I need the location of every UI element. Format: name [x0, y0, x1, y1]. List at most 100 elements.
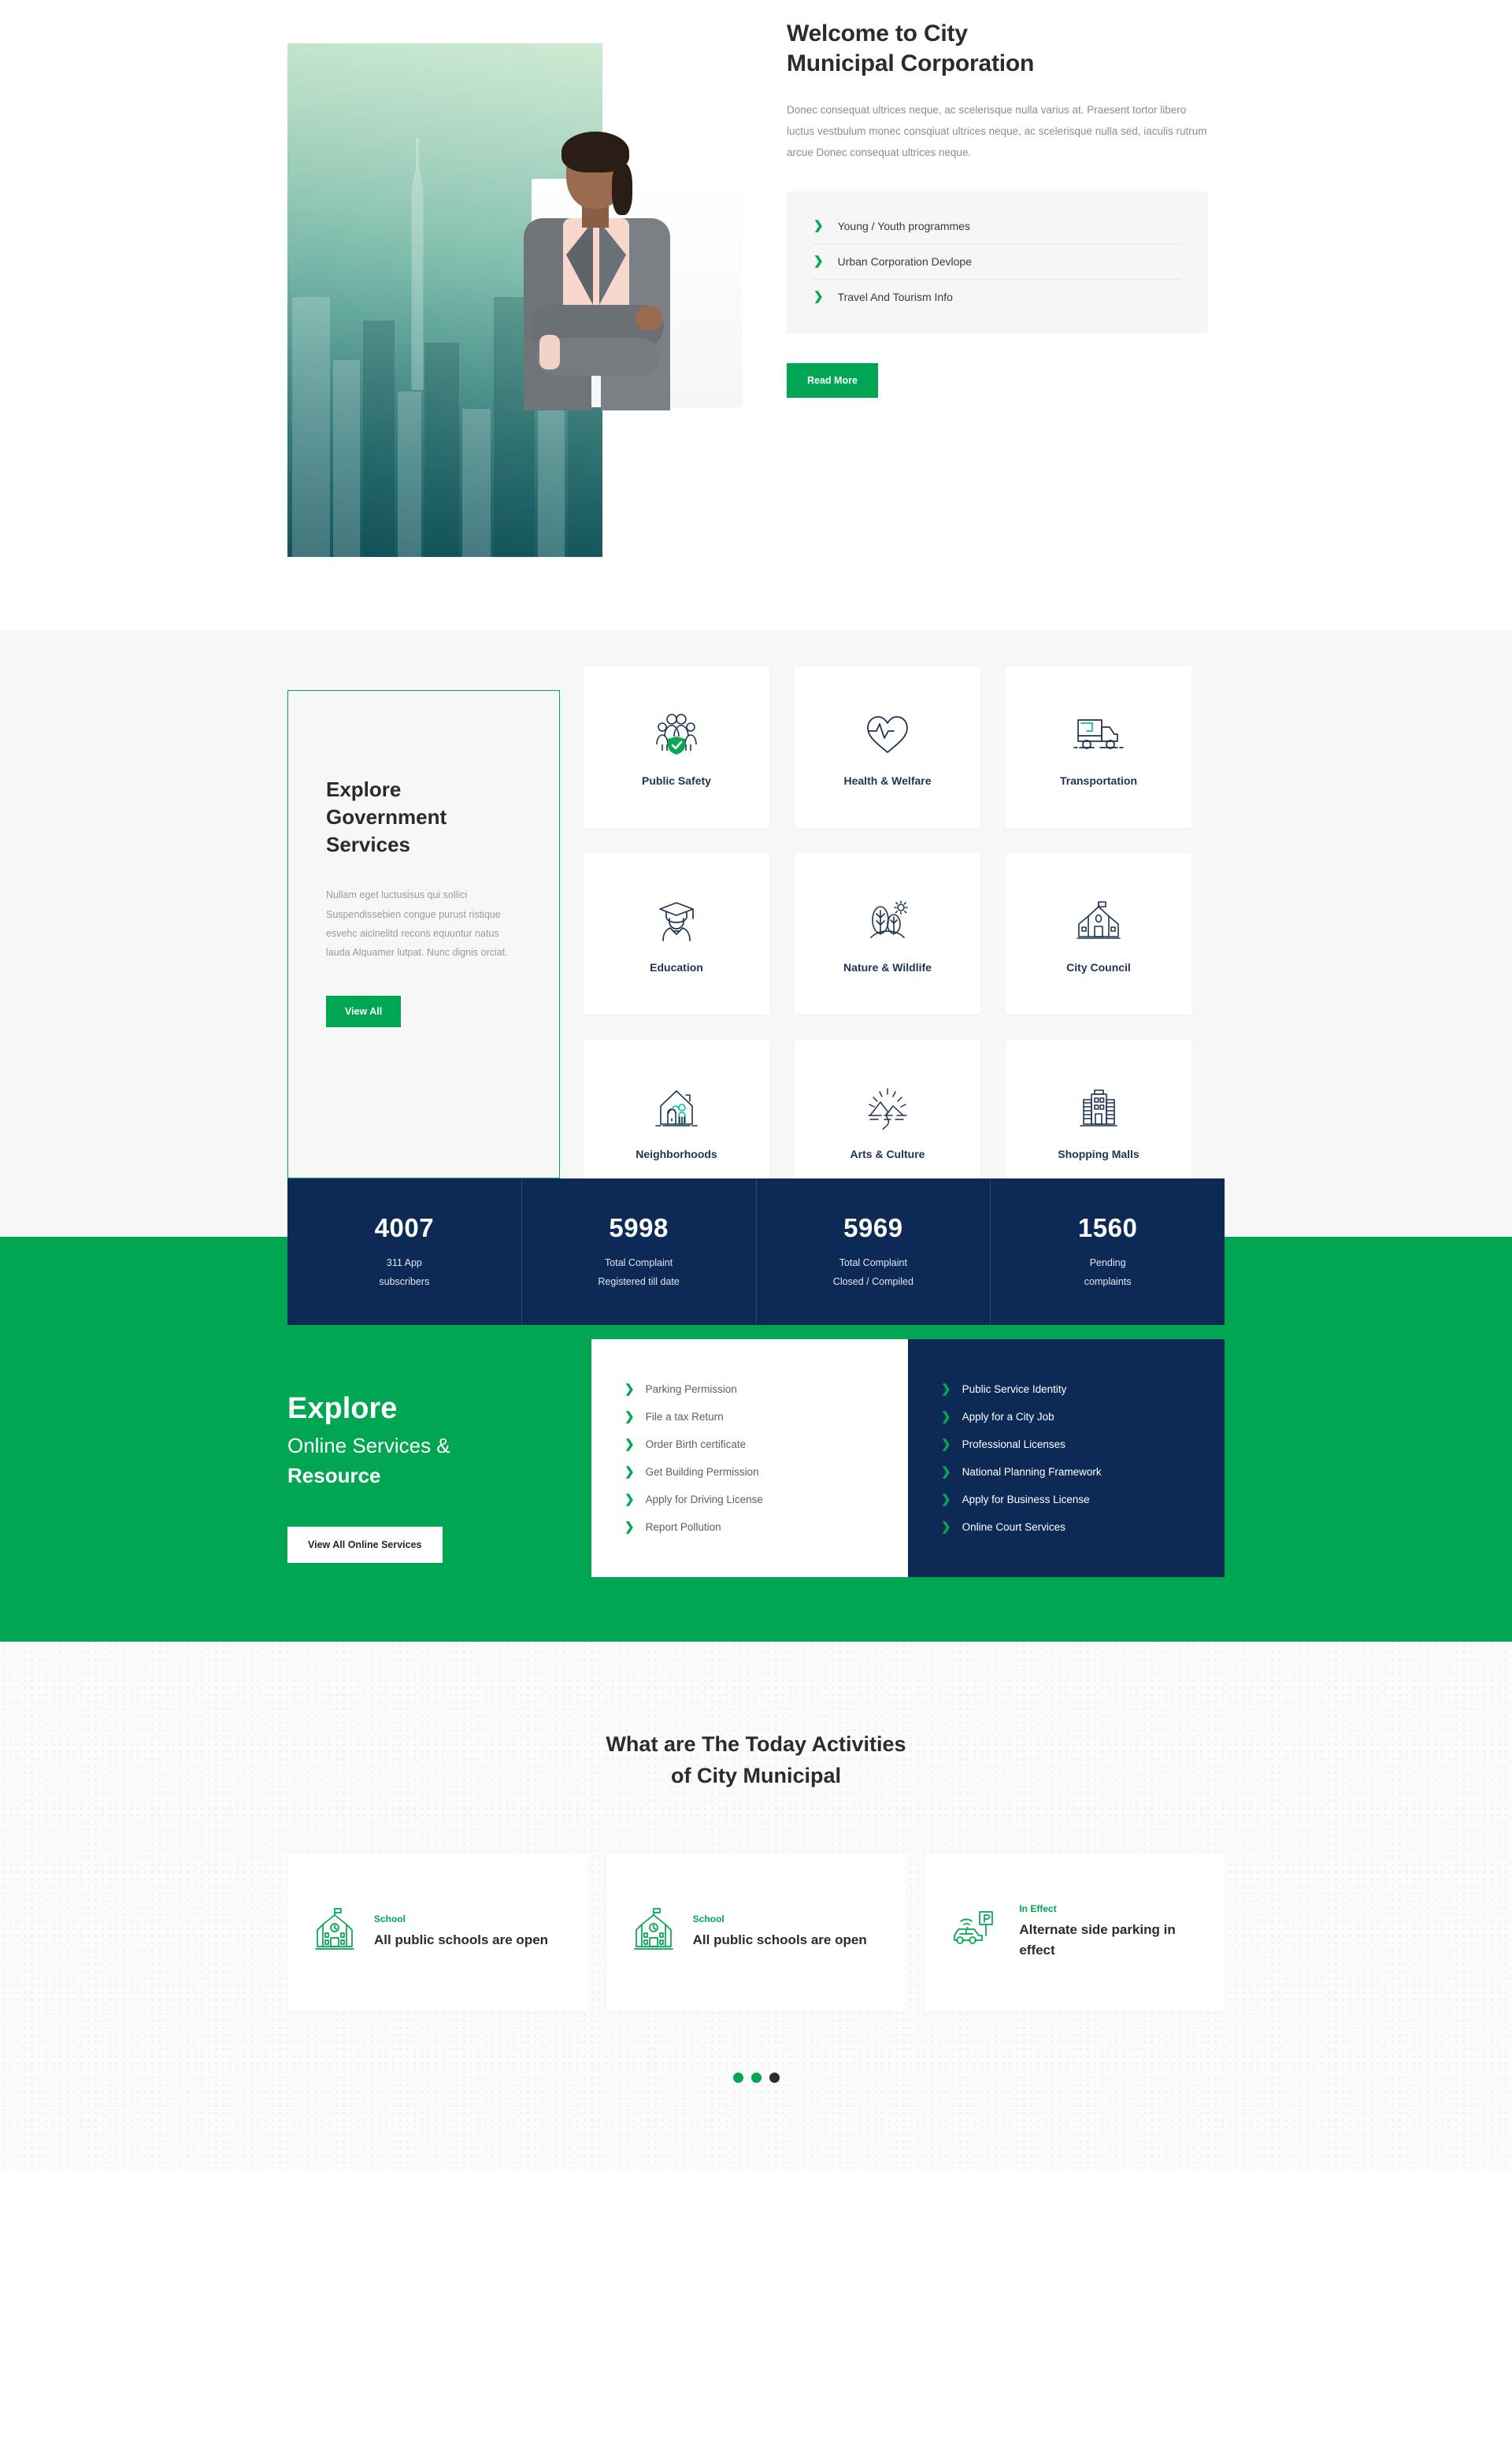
skyline-bar: [363, 321, 395, 557]
carousel-dots: [0, 2072, 1512, 2083]
online-service-item[interactable]: ❯ Order Birth certificate: [591, 1431, 908, 1458]
online-service-item[interactable]: ❯ Parking Permission: [591, 1375, 908, 1403]
stats-bar: 4007 311 App subscribers 5998 Total Compl…: [287, 1178, 1225, 1325]
activity-title: All public schools are open: [374, 1932, 549, 1948]
explore-services-panel: Explore Government Services Nullam eget …: [287, 690, 560, 1178]
chevron-right-icon: ❯: [941, 1492, 951, 1506]
online-service-item[interactable]: ❯ Apply for Driving License: [591, 1486, 908, 1513]
activity-title: Alternate side parking in effect: [1019, 1921, 1176, 1958]
chevron-right-icon: ❯: [813, 290, 824, 304]
online-service-item[interactable]: ❯ National Planning Framework: [908, 1458, 1225, 1486]
chevron-right-icon: ❯: [813, 219, 824, 233]
online-service-label: Get Building Permission: [645, 1465, 759, 1478]
chevron-right-icon: ❯: [941, 1437, 951, 1451]
view-all-services-button[interactable]: View All: [326, 995, 402, 1027]
stat-number: 1560: [1077, 1213, 1138, 1242]
stat-311-app-subscribers[interactable]: 4007 311 App subscribers: [287, 1178, 522, 1325]
hero-paragraph: Donec consequat ultrices neque, ac scele…: [787, 103, 1207, 158]
stat-pending-complaints[interactable]: 1560 Pending complaints: [991, 1178, 1225, 1325]
online-services-right-panel: ❯ Public Service Identity ❯ Apply for a Ci…: [908, 1338, 1225, 1577]
stat-total-complaint-closed[interactable]: 5969 Total Complaint Closed / Compiled: [757, 1178, 991, 1325]
stat-label: Pending complaints: [1084, 1257, 1132, 1287]
activity-text: School All public schools are open: [374, 1913, 548, 1950]
activity-card[interactable]: School All public schools are open: [287, 1853, 587, 2011]
stats-and-online-services: 4007 311 App subscribers 5998 Total Compl…: [0, 1178, 1512, 1642]
service-label: Arts & Culture: [850, 1147, 925, 1160]
service-label: Nature & Wildlife: [843, 960, 932, 974]
smart-parking-car-icon: [951, 1907, 1000, 1957]
service-card-education[interactable]: Education: [584, 853, 769, 1015]
online-service-item[interactable]: ❯ Apply for a City Job: [908, 1403, 1225, 1431]
online-service-item[interactable]: ❯ Online Court Services: [908, 1513, 1225, 1541]
services-grid-wrapper: Public Safety Health & Welfare Transport…: [584, 666, 1191, 1201]
stat-total-complaint-registered[interactable]: 5998 Total Complaint Registered till date: [522, 1178, 757, 1325]
online-service-item[interactable]: ❯ Apply for Business License: [908, 1486, 1225, 1513]
online-service-item[interactable]: ❯ Report Pollution: [591, 1513, 908, 1541]
explore-services-title: Explore Government Services: [326, 778, 447, 857]
civic-building-icon: [1076, 895, 1121, 948]
service-label: Education: [650, 960, 703, 974]
hero-feature-label: Urban Corporation Devlope: [837, 254, 973, 268]
activity-card[interactable]: In Effect Alternate side parking in effe…: [925, 1853, 1225, 2011]
activity-text: In Effect Alternate side parking in effe…: [1019, 1903, 1198, 1962]
activity-text: School All public schools are open: [693, 1913, 867, 1950]
services-grid: Public Safety Health & Welfare Transport…: [584, 666, 1191, 1201]
online-services-copy: Explore Online Services & Resource View …: [287, 1331, 602, 1563]
service-card-arts-culture[interactable]: Arts & Culture: [795, 1040, 980, 1201]
service-card-shopping-malls[interactable]: Shopping Malls: [1006, 1040, 1191, 1201]
activity-category: In Effect: [1019, 1902, 1057, 1914]
stat-label: Total Complaint Registered till date: [598, 1257, 680, 1287]
stat-label: 311 App subscribers: [379, 1257, 430, 1287]
skyline-bar: [462, 409, 491, 557]
hero-feature-item[interactable]: ❯ Travel And Tourism Info: [813, 280, 1181, 314]
carousel-dot-1[interactable]: [732, 2072, 743, 2083]
stat-label: Total Complaint Closed / Compiled: [832, 1257, 914, 1287]
activity-card[interactable]: School All public schools are open: [606, 1853, 906, 2011]
service-label: Neighborhoods: [636, 1147, 717, 1160]
delivery-truck-icon: [1073, 708, 1125, 762]
activity-category: School: [374, 1913, 406, 1925]
school-building-icon: [633, 1907, 674, 1957]
chevron-right-icon: ❯: [813, 254, 824, 269]
online-service-item[interactable]: ❯ Get Building Permission: [591, 1458, 908, 1486]
view-all-online-services-button[interactable]: View All Online Services: [287, 1526, 443, 1563]
online-service-item[interactable]: ❯ Professional Licenses: [908, 1431, 1225, 1458]
online-service-label: Professional Licenses: [962, 1438, 1065, 1450]
hero-section: Welcome to City Municipal Corporation Do…: [0, 0, 1512, 630]
hero-feature-item[interactable]: ❯ Young / Youth programmes: [813, 209, 1181, 244]
carousel-dot-3[interactable]: [769, 2072, 780, 2083]
stat-number: 5969: [843, 1213, 903, 1242]
online-service-item[interactable]: ❯ Public Service Identity: [908, 1375, 1225, 1403]
chevron-right-icon: ❯: [941, 1409, 951, 1423]
trees-sun-icon: [865, 895, 910, 948]
service-card-neighborhoods[interactable]: Neighborhoods: [584, 1040, 769, 1201]
online-service-label: Online Court Services: [962, 1520, 1065, 1533]
explore-services-paragraph: Nullam eget luctusisus qui sollici Suspe…: [326, 889, 508, 959]
chevron-right-icon: ❯: [624, 1520, 635, 1534]
hero-feature-item[interactable]: ❯ Urban Corporation Devlope: [813, 244, 1181, 280]
graduate-icon: [654, 895, 699, 948]
people-shield-icon: [652, 708, 701, 762]
online-services-left-panel: ❯ Parking Permission ❯ File a tax Return ❯…: [591, 1338, 908, 1577]
online-service-label: Parking Permission: [645, 1383, 737, 1395]
chevron-right-icon: ❯: [624, 1464, 635, 1479]
school-building-icon: [314, 1907, 355, 1957]
online-service-item[interactable]: ❯ File a tax Return: [591, 1403, 908, 1431]
service-label: City Council: [1066, 960, 1131, 974]
online-service-label: File a tax Return: [645, 1410, 724, 1423]
hero-media: [287, 43, 744, 557]
service-card-transportation[interactable]: Transportation: [1006, 666, 1191, 828]
service-card-health-welfare[interactable]: Health & Welfare: [795, 666, 980, 828]
service-card-city-council[interactable]: City Council: [1006, 853, 1191, 1015]
skyline-bar: [424, 343, 459, 557]
chevron-right-icon: ❯: [624, 1492, 635, 1506]
read-more-button[interactable]: Read More: [787, 362, 878, 398]
service-card-public-safety[interactable]: Public Safety: [584, 666, 769, 828]
stat-number: 4007: [374, 1213, 435, 1242]
service-card-nature-wildlife[interactable]: Nature & Wildlife: [795, 853, 980, 1015]
stat-number: 5998: [609, 1213, 669, 1242]
hero-feature-label: Travel And Tourism Info: [837, 290, 953, 303]
carousel-dot-2[interactable]: [750, 2072, 762, 2083]
skyline-bar: [292, 297, 330, 557]
chevron-right-icon: ❯: [941, 1382, 951, 1396]
